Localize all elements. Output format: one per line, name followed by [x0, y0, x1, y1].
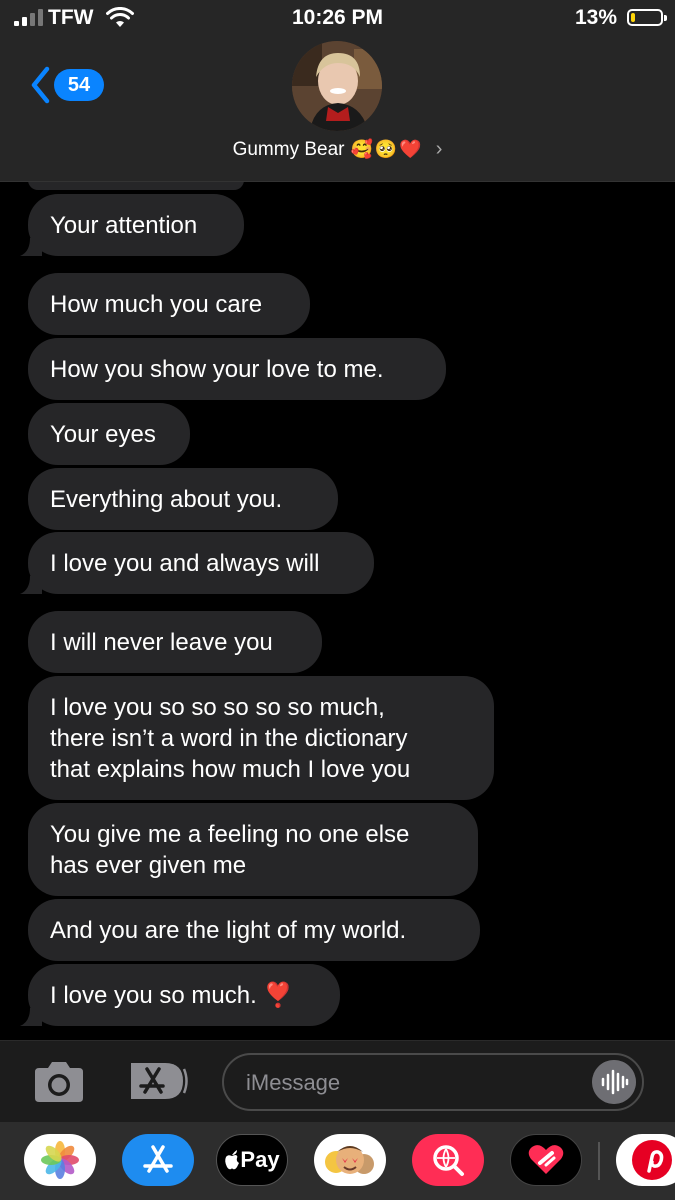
- battery-percent: 13%: [574, 6, 617, 29]
- app-store-app-button[interactable]: [122, 1134, 194, 1186]
- message-bubble[interactable]: I love you so much. ❣️: [20, 964, 340, 1026]
- app-store-icon: [143, 1145, 173, 1173]
- contact-avatar[interactable]: [292, 41, 382, 131]
- message-bubble[interactable]: How you show your love to me.: [28, 338, 446, 400]
- camera-icon[interactable]: [31, 1060, 87, 1104]
- message-bubble[interactable]: Your eyes: [28, 403, 190, 465]
- compose-bar: iMessage: [0, 1040, 675, 1123]
- audio-message-icon[interactable]: [592, 1060, 636, 1104]
- message-input[interactable]: iMessage: [222, 1053, 644, 1111]
- message-input-placeholder: iMessage: [246, 1070, 341, 1095]
- imessage-app-drawer: Pay: [0, 1122, 675, 1200]
- conversation-header: TFW 10:26 PM 13% 54 Gummy Bear 🥰🥺❤️ ›: [0, 0, 675, 182]
- apple-pay-icon: [225, 1150, 240, 1170]
- app-drawer-divider: [598, 1142, 600, 1180]
- message-bubble[interactable]: I will never leave you: [28, 611, 322, 673]
- message-bubble[interactable]: I love you and always will: [20, 532, 374, 594]
- message-bubble[interactable]: Everything about you.: [28, 468, 338, 530]
- status-bar: TFW 10:26 PM 13%: [0, 0, 675, 38]
- back-button[interactable]: 54: [30, 66, 104, 104]
- app-store-button-icon[interactable]: [125, 1059, 189, 1103]
- bubble-tail: [20, 576, 42, 594]
- battery-icon: [627, 9, 667, 26]
- contact-info-button[interactable]: Gummy Bear 🥰🥺❤️ ›: [0, 138, 675, 161]
- battery-level-fill: [631, 13, 635, 22]
- message-bubble-partial: [28, 182, 244, 190]
- unread-count-badge: 54: [54, 69, 104, 101]
- message-bubble[interactable]: How much you care: [28, 273, 310, 335]
- contact-name: Gummy Bear: [232, 138, 345, 160]
- images-search-icon: [433, 1145, 464, 1176]
- message-thread[interactable]: Your attention How much you care How you…: [0, 182, 675, 1040]
- pinterest-icon: [632, 1140, 672, 1180]
- message-bubble[interactable]: Your attention: [20, 194, 244, 256]
- photos-icon: [41, 1141, 79, 1179]
- images-search-app-button[interactable]: [412, 1134, 484, 1186]
- chevron-left-icon: [31, 66, 50, 104]
- clock: 10:26 PM: [291, 6, 384, 29]
- message-bubble[interactable]: You give me a feeling no one else has ev…: [28, 803, 478, 896]
- message-bubble[interactable]: I love you so so so so so much, there is…: [28, 676, 494, 800]
- message-bubble[interactable]: And you are the light of my world.: [28, 899, 480, 961]
- pinterest-app-button[interactable]: [616, 1134, 675, 1186]
- bubble-tail: [20, 238, 42, 256]
- digital-touch-app-button[interactable]: [510, 1134, 582, 1186]
- photos-app-button[interactable]: [24, 1134, 96, 1186]
- bubble-tail: [20, 1008, 42, 1026]
- contact-photo: [292, 41, 382, 131]
- apple-pay-app-button[interactable]: Pay: [216, 1134, 288, 1186]
- contact-emojis: 🥰🥺❤️: [350, 139, 424, 159]
- apple-pay-label: Pay: [240, 1147, 280, 1172]
- memoji-app-button[interactable]: [314, 1134, 386, 1186]
- digital-touch-icon: [528, 1145, 564, 1174]
- memoji-icon: [325, 1146, 374, 1174]
- chevron-right-icon: ›: [435, 138, 443, 160]
